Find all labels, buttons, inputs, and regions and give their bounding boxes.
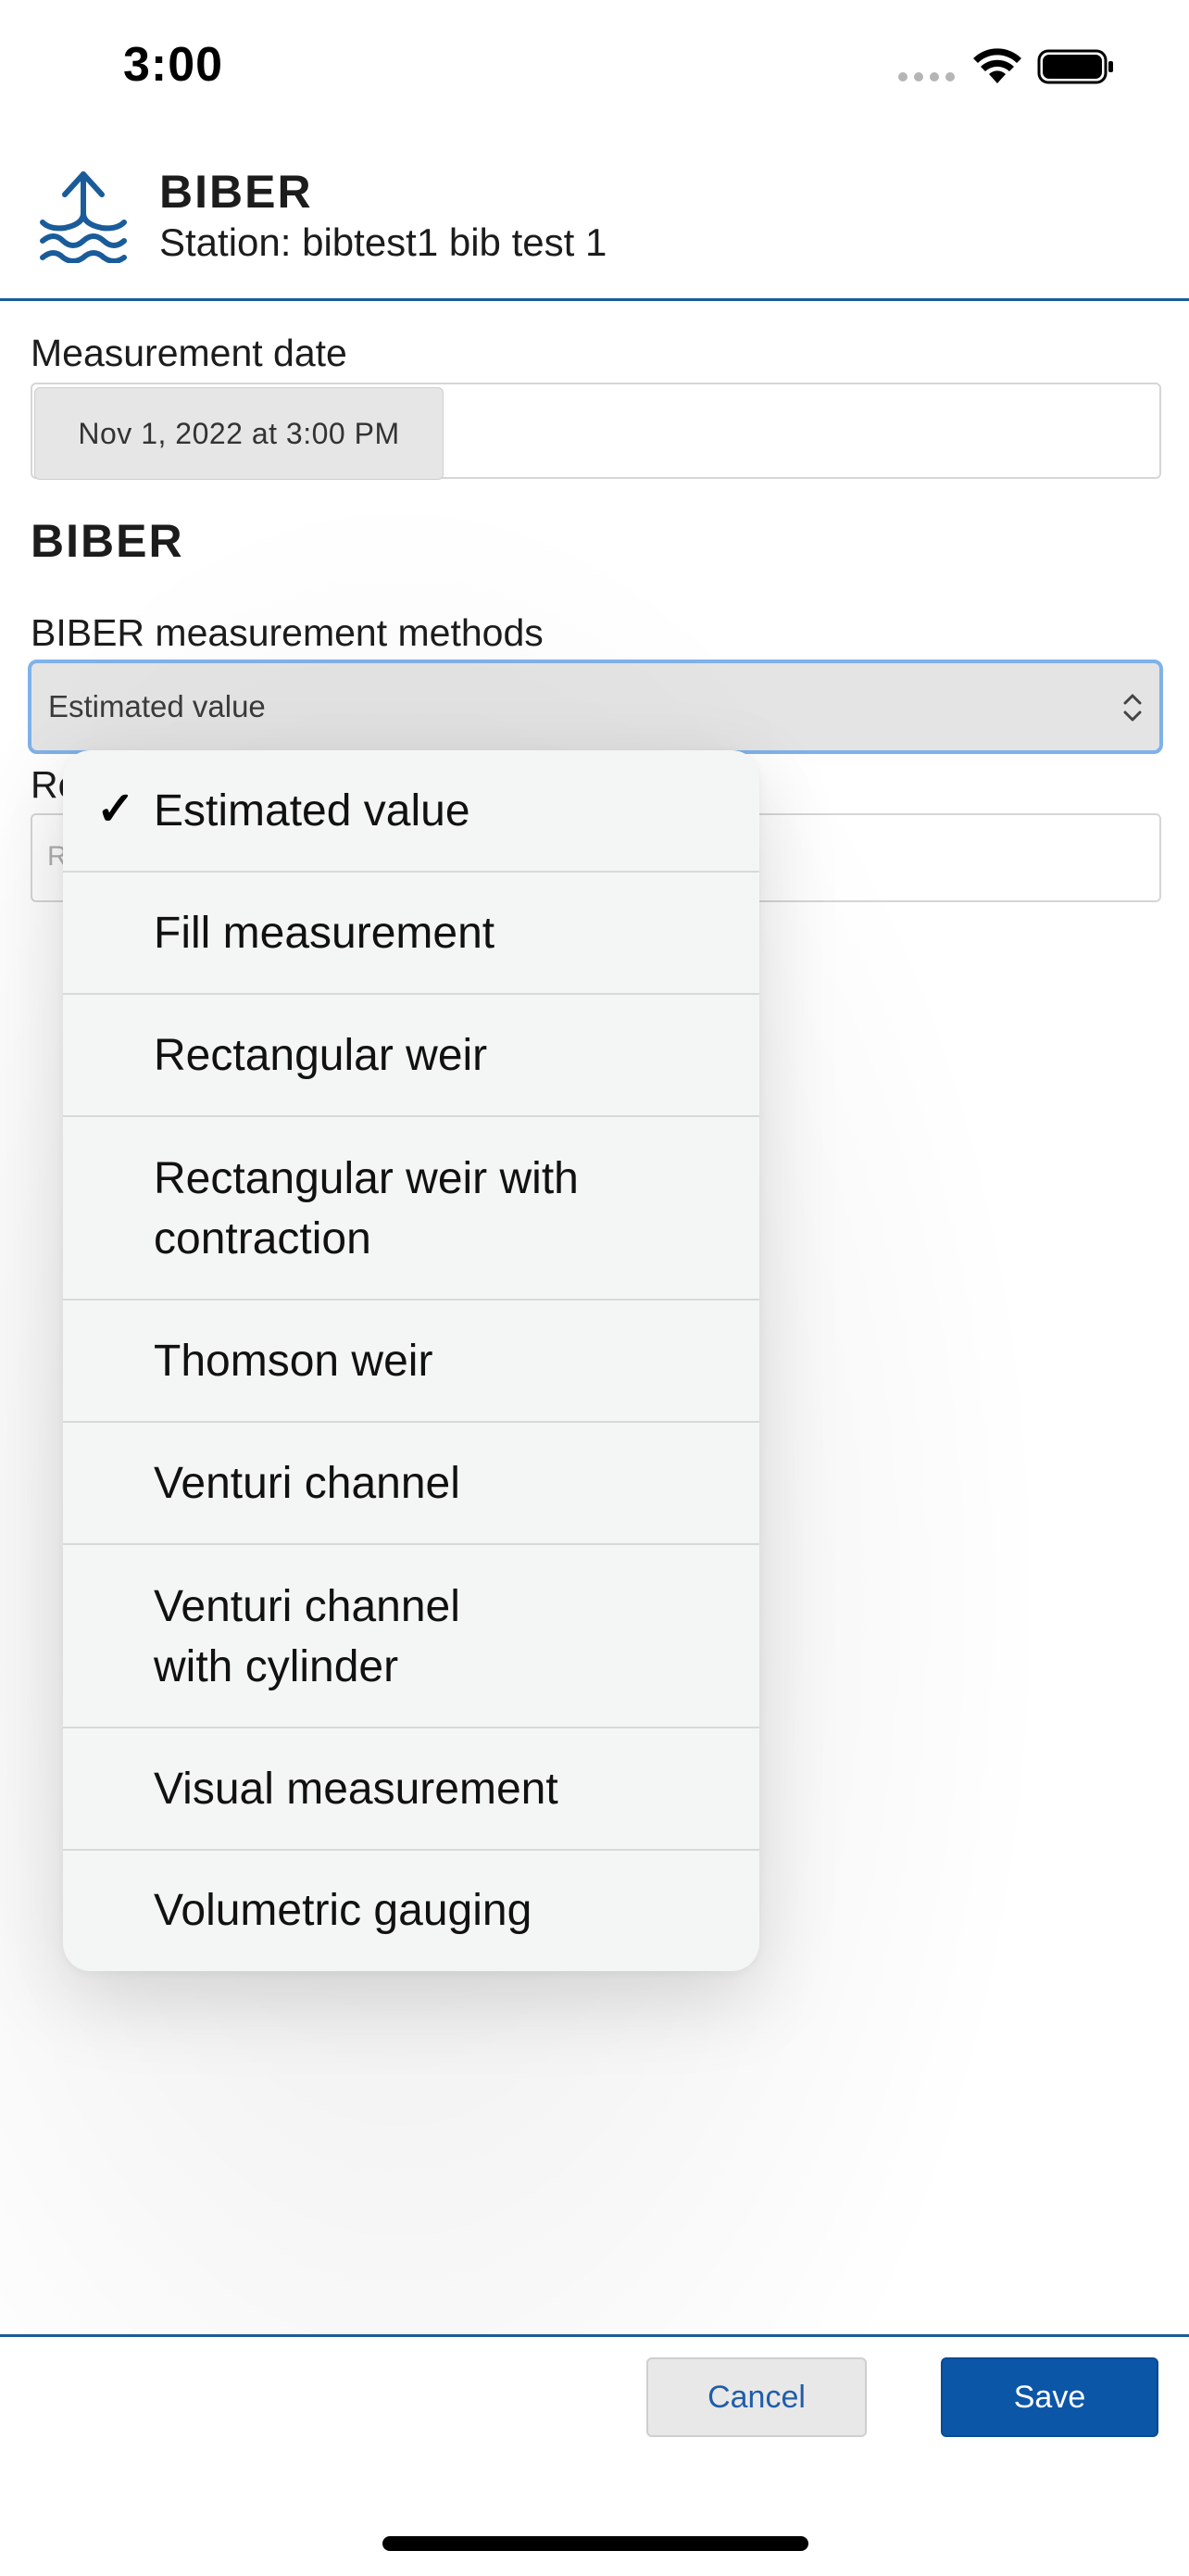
dropdown-option-thomson-weir[interactable]: Thomson weir: [63, 1301, 759, 1423]
dropdown-option-fill-measurement[interactable]: Fill measurement: [63, 873, 759, 995]
app-header: BIBER Station: bibtest1 bib test 1: [0, 148, 1189, 301]
home-indicator[interactable]: [382, 2536, 808, 2551]
measurement-method-value: Estimated value: [48, 689, 266, 723]
option-label-line-2: with cylinder: [154, 1642, 399, 1691]
status-time: 3:00: [123, 38, 224, 92]
dropdown-option-rectangular-weir[interactable]: Rectangular weir: [63, 995, 759, 1117]
wifi-icon: [973, 48, 1021, 83]
chevron-up-down-icon: [1123, 694, 1142, 722]
measurement-date-label: Measurement date: [31, 332, 347, 374]
option-label-line-1: Rectangular weir with: [154, 1154, 579, 1203]
option-label: Rectangular weir: [154, 1031, 488, 1080]
dropdown-option-visual-measurement[interactable]: Visual measurement: [63, 1728, 759, 1851]
section-title: BIBER: [31, 515, 184, 567]
battery-icon: [1037, 49, 1113, 84]
option-label: Estimated value: [154, 786, 470, 836]
dropdown-option-venturi-channel[interactable]: Venturi channel: [63, 1423, 759, 1545]
status-bar: 3:00: [0, 0, 1189, 139]
checkmark-icon: ✓: [96, 783, 135, 835]
dropdown-option-rectangular-weir-with-contraction[interactable]: Rectangular weir with contraction: [63, 1117, 759, 1301]
water-level-logo-icon: [40, 171, 127, 263]
measurement-method-dropdown: ✓ Estimated value Fill measurement Recta…: [63, 750, 759, 1971]
dropdown-option-estimated-value[interactable]: ✓ Estimated value: [63, 750, 759, 873]
option-label: Volumetric gauging: [154, 1886, 532, 1935]
measurement-date-picker[interactable]: Nov 1, 2022 at 3:00 PM: [34, 387, 444, 480]
save-button[interactable]: Save: [941, 2357, 1158, 2437]
option-label: Venturi channel: [154, 1459, 460, 1508]
option-label: Thomson weir: [154, 1337, 433, 1386]
cellular-signal-icon: [898, 72, 956, 85]
option-label-line-2: contraction: [154, 1214, 371, 1263]
cancel-button[interactable]: Cancel: [646, 2357, 867, 2437]
measurement-method-select[interactable]: Estimated value: [28, 660, 1163, 754]
option-label: Visual measurement: [154, 1765, 558, 1814]
dropdown-option-venturi-channel-with-cylinder[interactable]: Venturi channel with cylinder: [63, 1545, 759, 1728]
option-label-line-1: Venturi channel: [154, 1582, 460, 1631]
measurement-method-label: BIBER measurement methods: [31, 611, 544, 654]
app-title: BIBER: [159, 166, 313, 218]
dropdown-option-volumetric-gauging[interactable]: Volumetric gauging: [63, 1851, 759, 1971]
station-name: Station: bibtest1 bib test 1: [159, 220, 607, 264]
option-label: Fill measurement: [154, 909, 495, 958]
